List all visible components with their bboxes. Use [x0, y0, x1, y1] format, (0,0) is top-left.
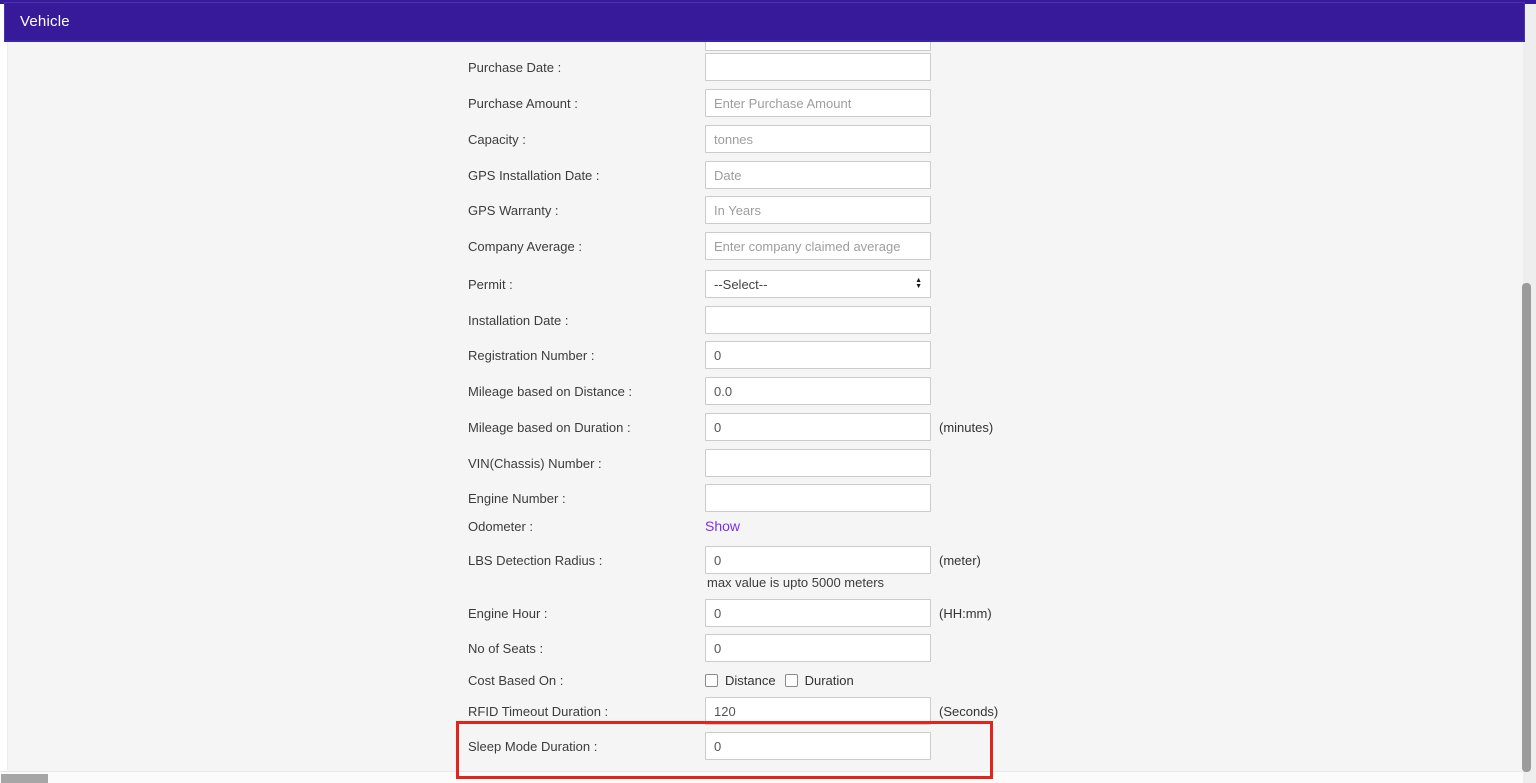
mileage-duration-label: Mileage based on Duration :: [468, 420, 705, 435]
engine-hour-label: Engine Hour :: [468, 606, 705, 621]
odometer-show-link[interactable]: Show: [705, 518, 740, 534]
engine-number-input[interactable]: [705, 484, 931, 512]
gps-installation-date-input[interactable]: [705, 161, 931, 189]
gps-warranty-label: GPS Warranty :: [468, 203, 705, 218]
form-row-engine-number: Engine Number :: [468, 484, 931, 512]
purchase-amount-input[interactable]: [705, 89, 931, 117]
permit-select[interactable]: --Select--: [705, 270, 931, 298]
engine-hour-input[interactable]: [705, 599, 931, 627]
distance-checkbox-group[interactable]: Distance: [705, 673, 776, 688]
form-row-gps-installation-date: GPS Installation Date :: [468, 161, 931, 189]
form-row-capacity: Capacity :: [468, 125, 931, 153]
form-row-cost-based-on: Cost Based On : Distance Duration: [468, 666, 863, 694]
purchase-date-input[interactable]: [705, 53, 931, 81]
distance-checkbox[interactable]: [705, 674, 718, 687]
rfid-timeout-label: RFID Timeout Duration :: [468, 704, 705, 719]
form-row-no-of-seats: No of Seats :: [468, 634, 931, 662]
engine-number-label: Engine Number :: [468, 491, 705, 506]
distance-checkbox-label: Distance: [725, 673, 776, 688]
form-row-purchase-date: Purchase Date :: [468, 53, 931, 81]
form-row-engine-hour: Engine Hour : (HH:mm): [468, 599, 992, 627]
mileage-distance-label: Mileage based on Distance :: [468, 384, 705, 399]
mileage-distance-input[interactable]: [705, 377, 931, 405]
form-row-registration-number: Registration Number :: [468, 341, 931, 369]
form-row-odometer: Odometer : Show: [468, 512, 740, 540]
lbs-detection-radius-unit: (meter): [939, 553, 981, 568]
lbs-max-value-helper: max value is upto 5000 meters: [707, 575, 884, 590]
company-average-label: Company Average :: [468, 239, 705, 254]
vertical-scrollbar-thumb[interactable]: [1522, 283, 1531, 772]
mileage-duration-input[interactable]: [705, 413, 931, 441]
purchase-date-label: Purchase Date :: [468, 60, 705, 75]
cost-based-on-label: Cost Based On :: [468, 673, 705, 688]
vin-chassis-label: VIN(Chassis) Number :: [468, 456, 705, 471]
company-average-input[interactable]: [705, 232, 931, 260]
mileage-duration-unit: (minutes): [939, 420, 993, 435]
duration-checkbox-label: Duration: [805, 673, 854, 688]
odometer-label: Odometer :: [468, 519, 705, 534]
no-of-seats-input[interactable]: [705, 634, 931, 662]
duration-checkbox[interactable]: [785, 674, 798, 687]
installation-date-label: Installation Date :: [468, 313, 705, 328]
lbs-detection-radius-input[interactable]: [705, 546, 931, 574]
horizontal-scrollbar-thumb[interactable]: [1, 774, 48, 783]
capacity-input[interactable]: [705, 125, 931, 153]
duration-checkbox-group[interactable]: Duration: [785, 673, 854, 688]
lbs-detection-radius-label: LBS Detection Radius :: [468, 553, 705, 568]
rfid-timeout-unit: (Seconds): [939, 704, 998, 719]
purchase-amount-label: Purchase Amount :: [468, 96, 705, 111]
form-row-mileage-duration: Mileage based on Duration : (minutes): [468, 413, 993, 441]
installation-date-input[interactable]: [705, 306, 931, 334]
vin-chassis-input[interactable]: [705, 449, 931, 477]
form-row-installation-date: Installation Date :: [468, 306, 931, 334]
clipped-input-above[interactable]: [705, 42, 931, 51]
registration-number-input[interactable]: [705, 341, 931, 369]
engine-hour-unit: (HH:mm): [939, 606, 992, 621]
page-header: Vehicle: [4, 2, 1525, 42]
permit-label: Permit :: [468, 277, 705, 292]
registration-number-label: Registration Number :: [468, 348, 705, 363]
form-row-lbs-detection-radius: LBS Detection Radius : (meter): [468, 546, 981, 574]
form-row-purchase-amount: Purchase Amount :: [468, 89, 931, 117]
gps-installation-date-label: GPS Installation Date :: [468, 168, 705, 183]
no-of-seats-label: No of Seats :: [468, 641, 705, 656]
sleep-mode-highlight-box: [456, 721, 993, 779]
form-row-gps-warranty: GPS Warranty :: [468, 196, 931, 224]
capacity-label: Capacity :: [468, 132, 705, 147]
form-row-permit: Permit : --Select-- ▲▼: [468, 270, 931, 298]
gps-warranty-input[interactable]: [705, 196, 931, 224]
form-row-vin-chassis: VIN(Chassis) Number :: [468, 449, 931, 477]
form-row-company-average: Company Average :: [468, 232, 931, 260]
page-title: Vehicle: [20, 13, 70, 30]
form-row-mileage-distance: Mileage based on Distance :: [468, 377, 931, 405]
